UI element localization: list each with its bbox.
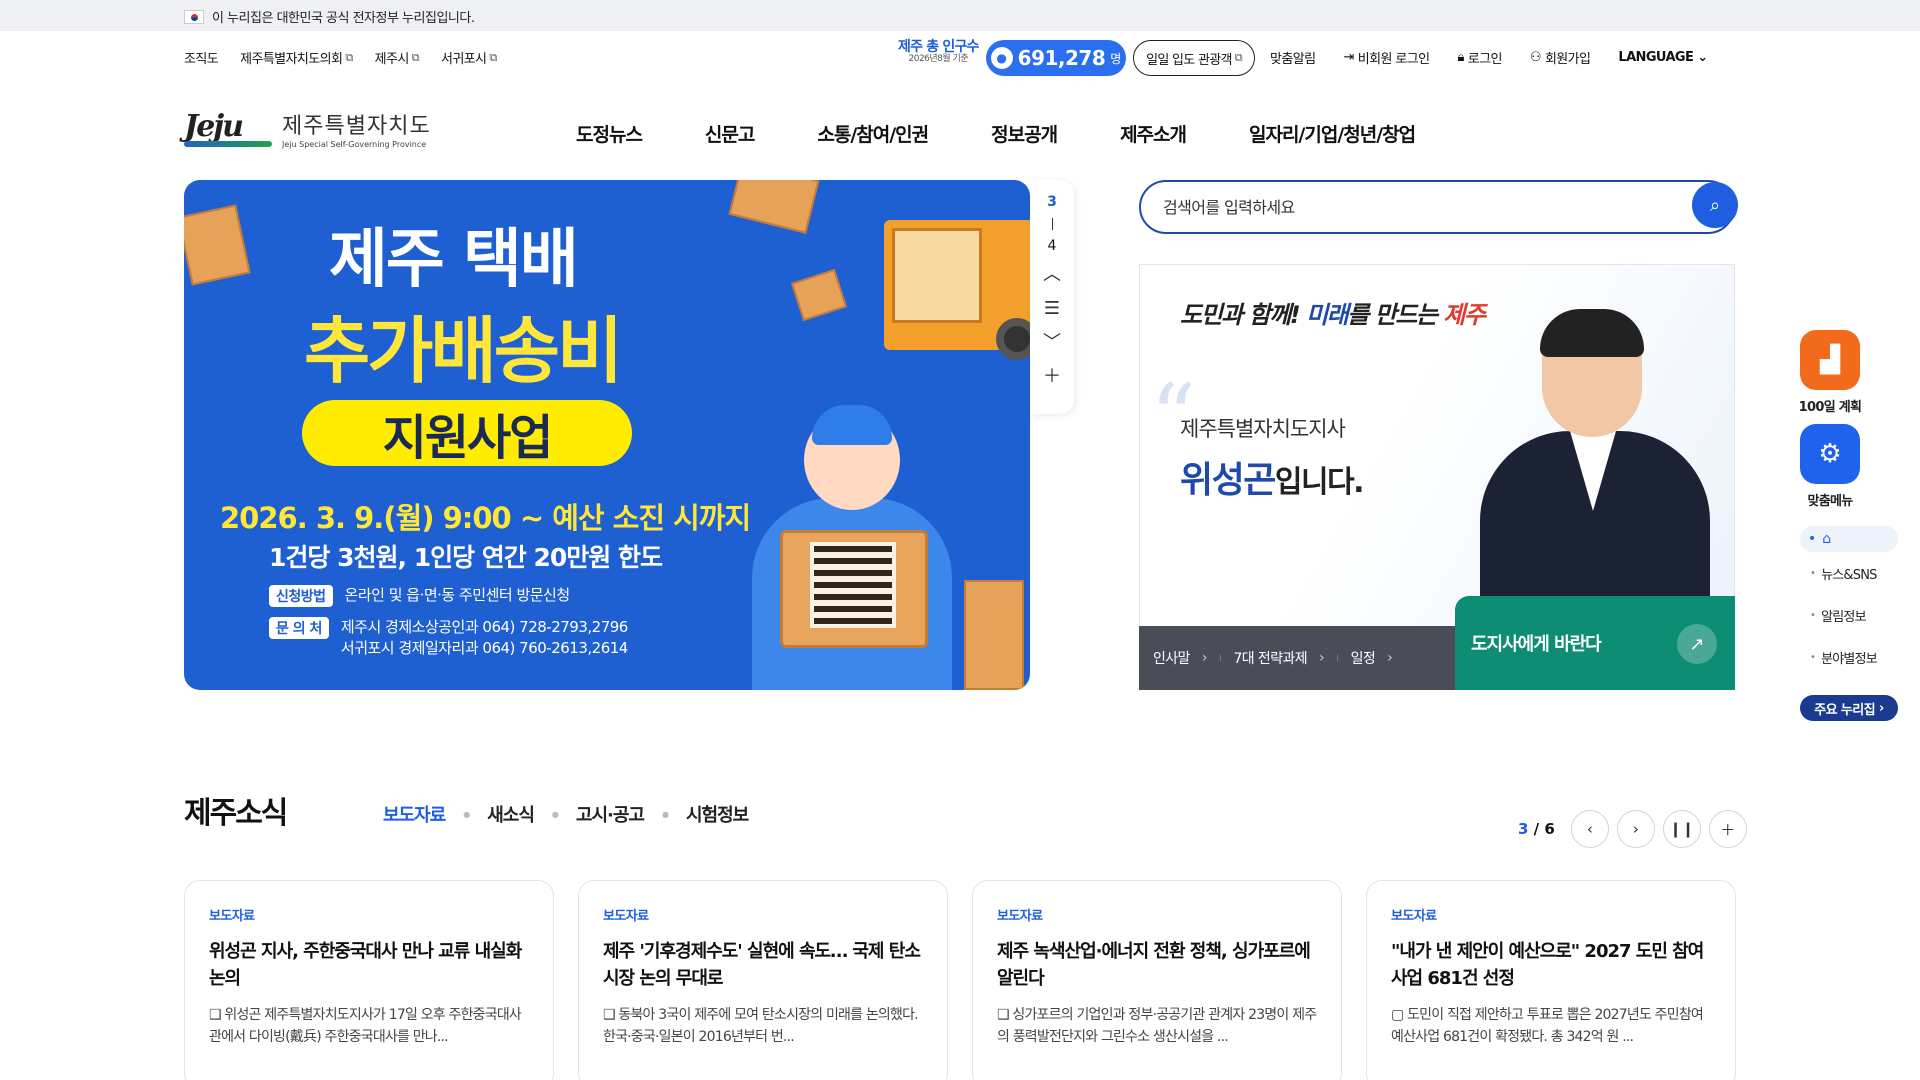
lock-icon: 🔒︎: [1457, 50, 1464, 65]
news-card[interactable]: 보도자료 위성곤 지사, 주한중국대사 만나 교류 내실화 논의 ❑ 위성곤 제…: [184, 880, 554, 1080]
chevron-left-icon: ‹: [1586, 820, 1593, 838]
nav-jobs[interactable]: 일자리/기업/청년/창업: [1249, 120, 1416, 147]
plan-100-button[interactable]: ▟: [1800, 330, 1860, 390]
nonmember-login-link[interactable]: ⇥ 비회원 로그인: [1343, 48, 1430, 67]
parcel-illustration: [790, 268, 848, 322]
chevron-right-icon: ›: [1387, 650, 1393, 666]
news-card[interactable]: 보도자료 제주 '기후경제수도' 실현에 속도… 국제 탄소시장 논의 무대로 …: [578, 880, 948, 1080]
news-section-title: 제주소식: [184, 796, 288, 831]
governor-links: 인사말 › ⁞ 7대 전략과제 › ⁞ 일정 ›: [1139, 626, 1455, 690]
jeju-logo[interactable]: Jeju 제주특별자치도 Jeju Special Self-Governing…: [184, 108, 431, 149]
nav-petition[interactable]: 신문고: [705, 120, 755, 147]
link-jeju-city[interactable]: 제주시 ⧉: [375, 48, 420, 68]
utility-bar: 조직도 제주특별자치도의회 ⧉ 제주시 ⧉ 서귀포시 ⧉ 제주 총 인구수 2026년…: [0, 31, 1920, 81]
people-icon: ●: [990, 47, 1013, 69]
prev-button[interactable]: ‹: [1570, 810, 1609, 848]
add-user-icon: ⚇: [1529, 50, 1542, 65]
quick-home[interactable]: • ⌂: [1800, 526, 1898, 552]
chevron-right-icon: ›: [1632, 820, 1639, 838]
news-pager: 3 / 6 ‹ › ❙❙ ＋: [1518, 810, 1747, 848]
quick-notice[interactable]: 알림정보: [1800, 594, 1898, 636]
external-link-icon: ⧉: [345, 50, 353, 64]
news-card[interactable]: 보도자료 "내가 낸 제안이 예산으로" 2027 도민 참여사업 681건 선…: [1366, 880, 1736, 1080]
login-link[interactable]: 🔒︎ 로그인: [1457, 48, 1502, 67]
gov-banner-text[interactable]: 이 누리집은 대한민국 공식 전자정부 누리집입니다.: [212, 7, 475, 26]
main-navigation: 도정뉴스 신문고 소통/참여/인권 정보공개 제주소개 일자리/기업/청년/창업: [576, 120, 1416, 147]
news-tabs: 보도자료 ● 새소식 ● 고시·공고 ● 시험정보: [383, 801, 749, 827]
custom-alert-link[interactable]: 맞춤알림: [1270, 48, 1316, 67]
wish-to-governor-button[interactable]: 도지사에게 바란다 ↗: [1455, 596, 1735, 690]
hero-banner-slide[interactable]: 제주 택배 추가배송비 지원사업 2026. 3. 9.(월) 9:00 ~ 예…: [184, 180, 1030, 690]
korea-flag-icon: [184, 9, 204, 24]
chevron-right-icon: ›: [1319, 650, 1325, 666]
chevron-down-icon: ⌄: [1697, 50, 1708, 65]
hero-slider-controls: 3 4 ︿ ☰ ﹀ ＋: [1030, 180, 1074, 414]
chevron-down-icon[interactable]: ﹀: [1043, 330, 1061, 356]
gear-icon: ⚙: [1818, 439, 1842, 469]
tab-exam-info[interactable]: 시험정보: [686, 801, 749, 827]
qr-code[interactable]: [810, 542, 896, 628]
news-cards: 보도자료 위성곤 지사, 주한중국대사 만나 교류 내실화 논의 ❑ 위성곤 제…: [184, 880, 1736, 1080]
plus-icon: ＋: [1720, 820, 1736, 839]
gov-official-banner: 이 누리집은 대한민국 공식 전자정부 누리집입니다.: [0, 0, 1920, 31]
external-link-icon: ⧉: [411, 50, 420, 64]
arrow-up-right-icon: ↗: [1677, 624, 1717, 664]
search-input[interactable]: [1163, 195, 1663, 219]
custom-menu-button[interactable]: ⚙: [1800, 424, 1860, 484]
search-box: [1139, 180, 1735, 234]
nav-info-disclosure[interactable]: 정보공개: [991, 120, 1058, 147]
population-label: 제주 총 인구수 2026년8월 기준: [898, 39, 979, 65]
jeju-logo-mark: Jeju: [184, 109, 272, 149]
tab-new-notice[interactable]: 새소식: [487, 801, 535, 827]
link-greeting[interactable]: 인사말: [1153, 648, 1190, 668]
parcel-illustration: [728, 180, 820, 234]
quick-news-sns[interactable]: 뉴스&SNS: [1800, 552, 1898, 594]
daily-tourist-button[interactable]: 일일 입도 관광객 ⧉: [1133, 40, 1255, 76]
link-seogwipo-city[interactable]: 서귀포시 ⧉: [441, 48, 497, 68]
search-button[interactable]: ⌕: [1692, 182, 1738, 228]
news-card[interactable]: 보도자료 제주 녹색산업·에너지 전환 정책, 싱가포르에 알린다 ❑ 싱가포르…: [972, 880, 1342, 1080]
nav-about-jeju[interactable]: 제주소개: [1120, 120, 1187, 147]
parcel-illustration: [184, 204, 251, 286]
plus-icon[interactable]: ＋: [1043, 364, 1061, 390]
nav-news[interactable]: 도정뉴스: [576, 120, 643, 147]
link-council[interactable]: 제주특별자치도의회 ⧉: [240, 48, 353, 68]
link-org-chart[interactable]: 조직도: [184, 48, 219, 67]
more-button[interactable]: ＋: [1708, 810, 1747, 848]
chevron-right-icon: ›: [1201, 650, 1208, 666]
external-link-icon: ⧉: [489, 50, 497, 64]
nav-participation[interactable]: 소통/참여/인권: [817, 120, 929, 147]
external-link-icon: ⧉: [1234, 51, 1243, 64]
governor-slogan: 도민과 함께! 미래를 만드는 제주: [1180, 301, 1486, 329]
home-icon: ⌂: [1822, 531, 1832, 547]
truck-illustration: [884, 220, 1030, 360]
pause-button[interactable]: ❙❙: [1662, 810, 1701, 848]
chart-icon: ▟: [1820, 345, 1840, 375]
next-button[interactable]: ›: [1616, 810, 1655, 848]
tab-press-release[interactable]: 보도자료: [383, 801, 446, 827]
search-icon: ⌕: [1709, 194, 1721, 216]
population-counter[interactable]: ● 691,278 명: [986, 40, 1126, 76]
link-schedule[interactable]: 일정: [1351, 648, 1376, 668]
login-arrow-icon: ⇥: [1343, 50, 1354, 65]
governor-portrait: [1480, 309, 1710, 631]
pause-icon: ❙❙: [1669, 820, 1695, 838]
chevron-up-icon[interactable]: ︿: [1043, 262, 1061, 288]
slide-total: 4: [1047, 238, 1057, 254]
major-sites-button[interactable]: 주요 누리집 ›: [1800, 695, 1898, 721]
join-link[interactable]: ⚇ 회원가입: [1530, 48, 1591, 67]
slide-current: 3: [1047, 194, 1057, 210]
language-selector[interactable]: LANGUAGE ⌄: [1618, 50, 1708, 65]
quick-field-info[interactable]: 분야별정보: [1800, 636, 1898, 678]
link-strategy[interactable]: 7대 전략과제: [1233, 648, 1307, 668]
menu-lines-icon[interactable]: ☰: [1044, 296, 1060, 322]
tab-announcement[interactable]: 고시·공고: [576, 801, 645, 827]
